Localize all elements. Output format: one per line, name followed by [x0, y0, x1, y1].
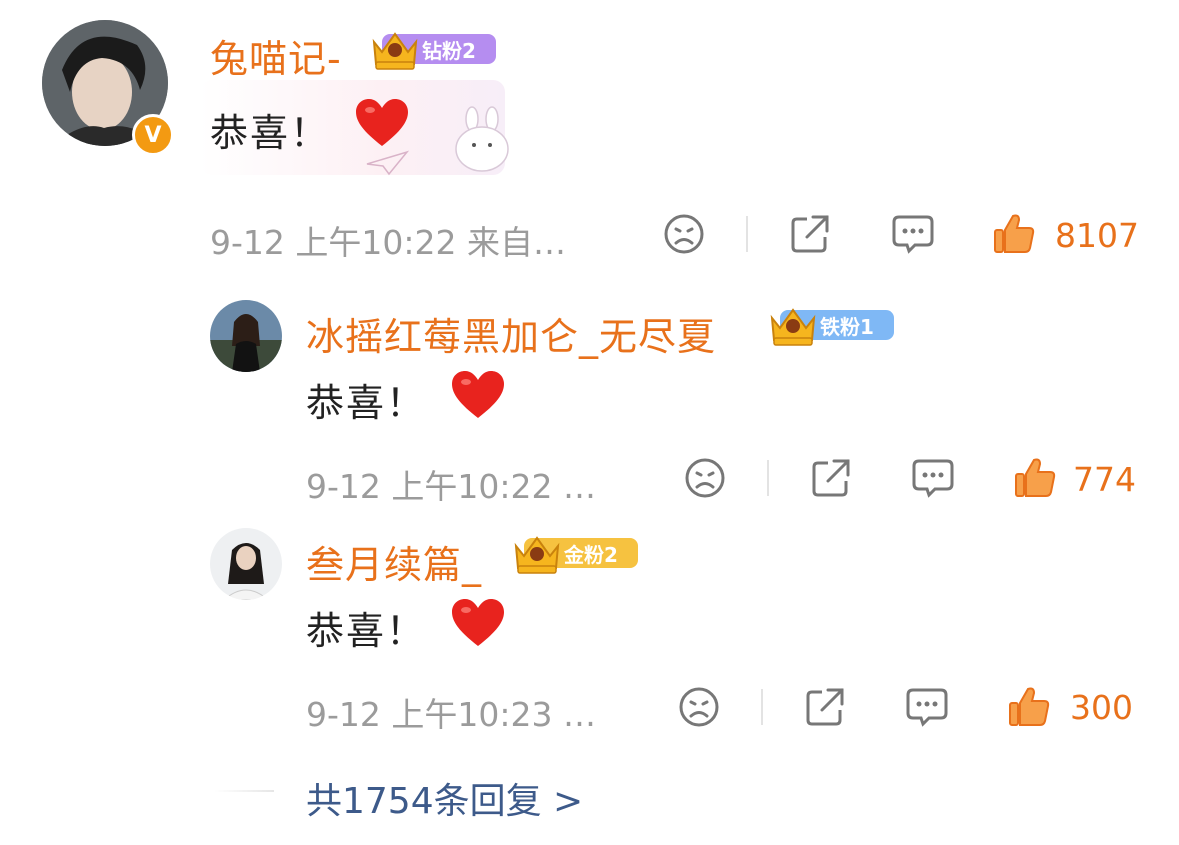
share-icon[interactable] — [789, 213, 831, 255]
fan-badge[interactable]: 金粉2 — [512, 532, 642, 574]
reply-text: 恭喜！ — [306, 381, 427, 425]
comment-meta: 9-12 上午10:22 来自… — [210, 223, 566, 262]
like-count: 774 — [1073, 460, 1136, 499]
share-icon[interactable] — [804, 686, 846, 728]
share-icon[interactable] — [810, 457, 852, 499]
paper-plane-icon — [366, 150, 409, 176]
avatar[interactable] — [210, 300, 282, 372]
divider — [761, 689, 763, 725]
reply-username[interactable]: 冰摇红莓黑加仑_无尽夏 — [306, 306, 716, 361]
dislike-face-icon[interactable] — [678, 686, 720, 728]
like-count: 300 — [1070, 688, 1133, 727]
divider — [767, 460, 769, 496]
heart-icon — [452, 599, 504, 646]
reply-meta: 9-12 上午10:23 … — [306, 695, 596, 734]
like-count: 8107 — [1055, 216, 1139, 255]
dislike-face-icon[interactable] — [663, 213, 705, 255]
avatar[interactable] — [210, 528, 282, 600]
more-replies-link[interactable]: 共1754条回复 > — [306, 772, 583, 824]
comment-icon[interactable] — [891, 213, 935, 255]
verified-icon: V — [132, 114, 174, 156]
crown-icon — [514, 536, 560, 574]
comment-text: 恭喜！ — [210, 111, 331, 155]
heart-icon — [356, 99, 408, 146]
reply-username[interactable]: 叁月续篇_ — [306, 534, 482, 589]
crown-icon — [770, 308, 816, 346]
bunny-icon — [455, 106, 509, 172]
like-icon[interactable] — [1008, 685, 1050, 727]
crown-icon — [372, 32, 418, 70]
comment-icon[interactable] — [905, 686, 949, 728]
fan-badge[interactable]: 铁粉1 — [768, 304, 898, 346]
reply-meta: 9-12 上午10:22 … — [306, 467, 596, 506]
reply-text: 恭喜！ — [306, 609, 427, 653]
like-icon[interactable] — [1014, 456, 1056, 498]
like-icon[interactable] — [993, 212, 1035, 254]
comment-icon[interactable] — [911, 457, 955, 499]
dislike-face-icon[interactable] — [684, 457, 726, 499]
heart-icon — [452, 371, 504, 418]
divider — [746, 216, 748, 252]
fan-badge[interactable]: 钻粉2 — [370, 28, 500, 70]
separator-line — [214, 790, 274, 792]
comment-username[interactable]: 兔喵记- — [210, 28, 342, 83]
